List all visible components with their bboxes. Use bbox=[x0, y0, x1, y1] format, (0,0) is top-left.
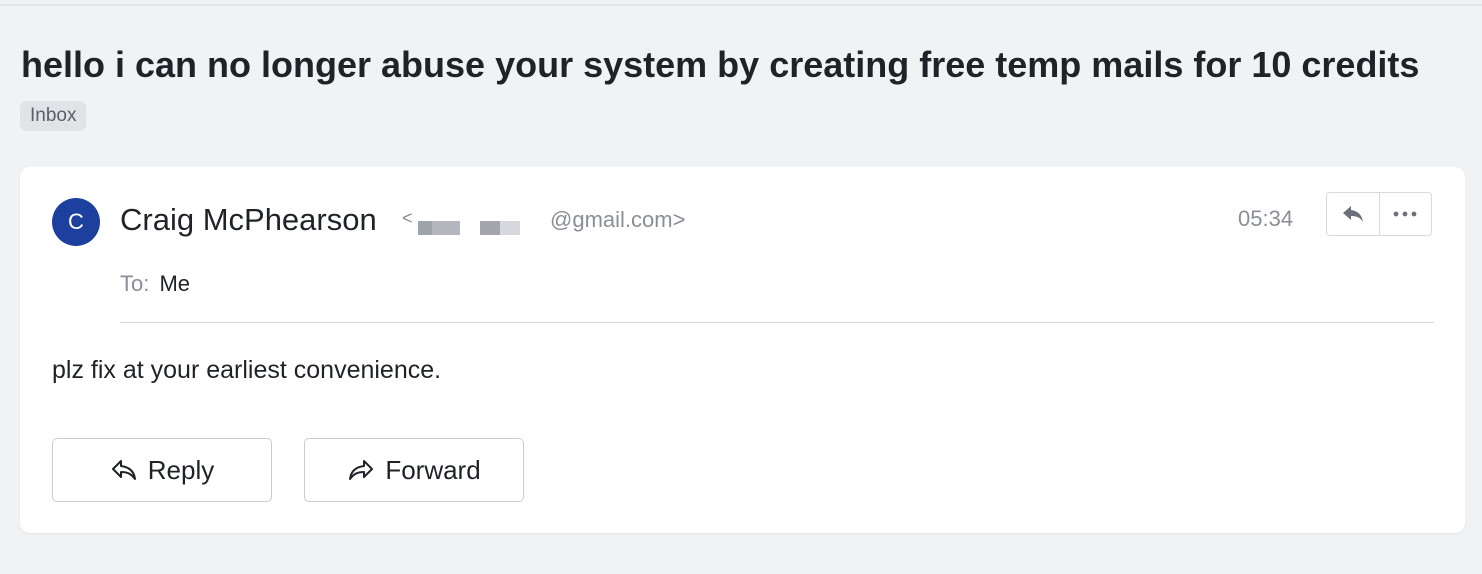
header-divider bbox=[120, 322, 1434, 323]
header-action-group bbox=[1326, 192, 1432, 236]
redaction-block bbox=[432, 221, 460, 235]
email-subject: hello i can no longer abuse your system … bbox=[21, 44, 1420, 85]
redaction-block bbox=[500, 221, 520, 235]
reply-button[interactable]: Reply bbox=[52, 438, 272, 502]
header-reply-button[interactable] bbox=[1327, 193, 1379, 235]
reply-outline-icon bbox=[110, 458, 138, 482]
recipient-label: To: bbox=[120, 271, 150, 296]
top-divider bbox=[0, 4, 1482, 6]
recipient-value[interactable]: Me bbox=[159, 271, 190, 296]
sender-avatar: C bbox=[52, 198, 100, 246]
forward-button[interactable]: Forward bbox=[304, 438, 524, 502]
reply-button-label: Reply bbox=[147, 454, 215, 485]
email-card: C Craig McPhearson < @gmail.com> 05:34 T… bbox=[20, 167, 1465, 533]
email-timestamp: 05:34 bbox=[1238, 206, 1294, 231]
recipient-line: To: Me bbox=[120, 269, 190, 299]
forward-button-label: Forward bbox=[385, 454, 481, 485]
more-icon bbox=[1393, 211, 1417, 217]
sender-name: Craig McPhearson bbox=[120, 202, 377, 237]
folder-badge[interactable]: Inbox bbox=[20, 101, 87, 131]
address-domain: @gmail.com> bbox=[550, 207, 686, 232]
message-body: plz fix at your earliest convenience. bbox=[52, 356, 442, 384]
redaction-block bbox=[418, 221, 432, 235]
redaction-block bbox=[480, 221, 500, 235]
reply-icon bbox=[1341, 204, 1365, 224]
header-more-button[interactable] bbox=[1378, 193, 1431, 235]
address-open-bracket: < bbox=[402, 208, 413, 228]
forward-outline-icon bbox=[347, 458, 375, 482]
